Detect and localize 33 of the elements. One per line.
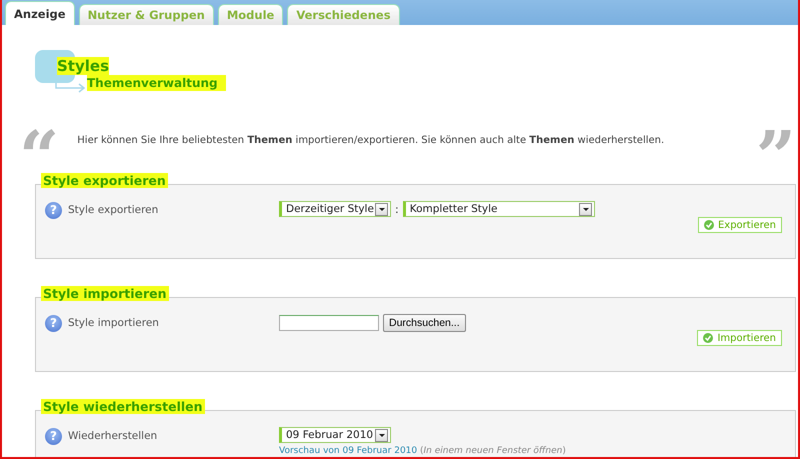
preview-link[interactable]: Vorschau von 09 Februar 2010	[279, 446, 418, 456]
page-title: Styles	[57, 57, 109, 75]
select-field[interactable]: Kompletter Style	[402, 201, 595, 217]
dropdown-icon	[578, 202, 592, 216]
select-field[interactable]: Derzeitiger Style	[279, 201, 391, 217]
intro-text: Hier können Sie Ihre beliebtesten Themen importieren/exportieren. Sie können auch alte Themen wiederherstellen.	[76, 134, 666, 146]
dropdown-icon	[375, 202, 388, 216]
separator: :	[395, 202, 399, 216]
dropdown-icon	[375, 428, 388, 442]
field-label: Style exportieren	[68, 204, 158, 216]
field-label: Wiederherstellen	[68, 430, 158, 442]
quote-mark: ”	[756, 122, 796, 172]
quote-mark: “	[19, 122, 60, 172]
section-title: Style importieren	[41, 286, 169, 301]
action-button[interactable]: Importieren	[697, 330, 782, 346]
section-title: Style wiederherstellen	[41, 399, 205, 414]
help-icon[interactable]: ?	[45, 202, 62, 218]
check-icon	[704, 220, 714, 230]
file-field[interactable]	[279, 315, 379, 331]
browse-button[interactable]: Durchsuchen...	[383, 314, 466, 332]
help-icon[interactable]: ?	[45, 314, 62, 332]
check-icon	[703, 333, 714, 343]
tab[interactable]: Module	[218, 4, 284, 25]
help-icon[interactable]: ?	[45, 428, 62, 444]
action-button[interactable]: Exportieren	[698, 217, 782, 233]
link-note: (In einem neuen Fenster öffnen)	[420, 446, 566, 456]
section-title: Style exportieren	[41, 173, 168, 188]
tab[interactable]: Verschiedenes	[287, 4, 400, 25]
tab[interactable]: Nutzer & Gruppen	[78, 4, 214, 25]
field-label: Style importieren	[68, 317, 159, 329]
select-field[interactable]: 09 Februar 2010	[279, 427, 391, 443]
tab[interactable]: Anzeige	[5, 1, 75, 25]
page-subtitle: Themenverwaltung	[87, 75, 226, 91]
